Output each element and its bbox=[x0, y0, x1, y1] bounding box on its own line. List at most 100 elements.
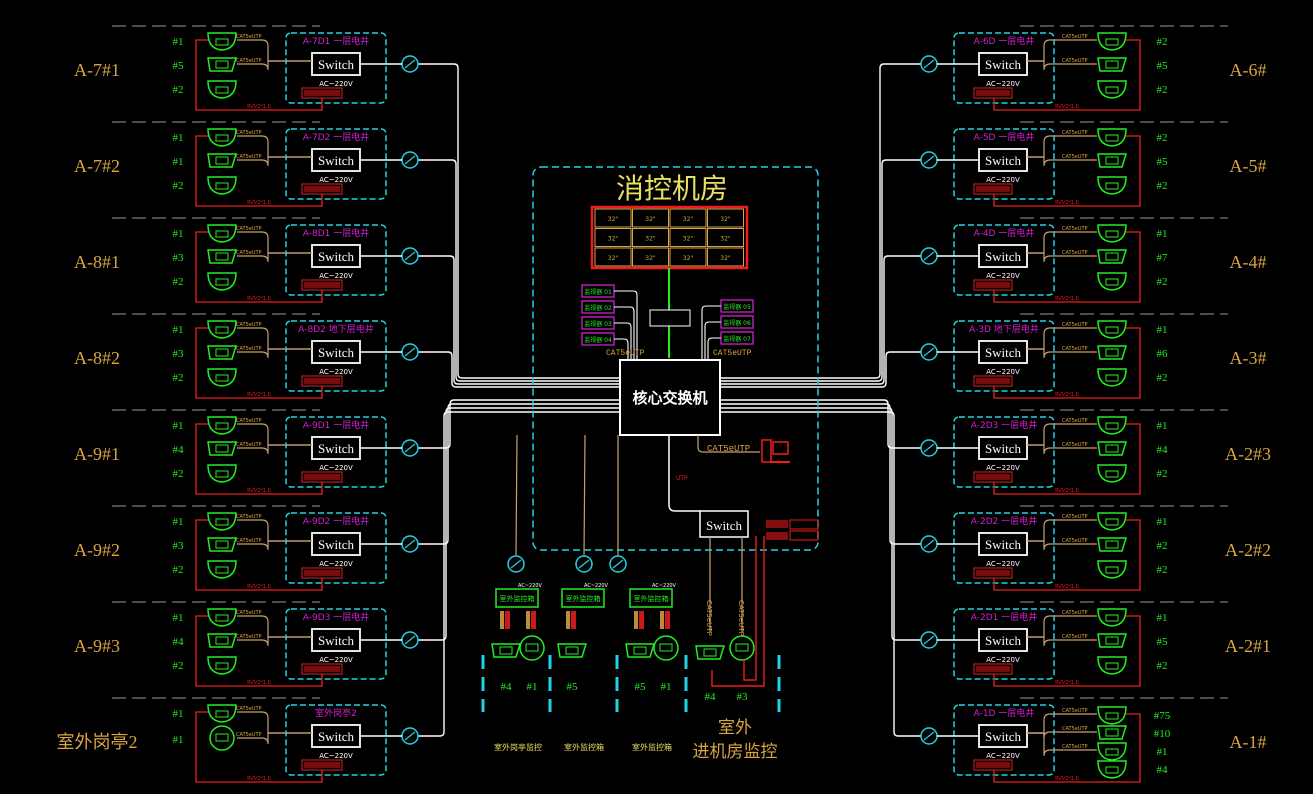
box-camera-icon[interactable] bbox=[1097, 345, 1128, 360]
monitor-size-label: 32" bbox=[683, 216, 694, 223]
dome-camera-icon[interactable] bbox=[1097, 608, 1127, 627]
ptz-camera-icon[interactable] bbox=[653, 635, 679, 661]
box-camera-icon[interactable] bbox=[1097, 537, 1128, 552]
dome-camera-icon[interactable] bbox=[207, 512, 237, 531]
dome-camera-icon[interactable] bbox=[1097, 128, 1127, 147]
station-right-3: A-3# A-3D 地下层电井 Switch AC~220V #1 CAT5eUTP #6 C… bbox=[920, 320, 1267, 399]
dome-camera-icon[interactable] bbox=[1097, 742, 1127, 761]
box-camera-icon[interactable] bbox=[695, 645, 726, 660]
dome-camera-icon[interactable] bbox=[207, 416, 237, 435]
dome-camera-icon[interactable] bbox=[1097, 224, 1127, 243]
camera-number: #1 bbox=[173, 734, 184, 746]
left-trunk-cable bbox=[418, 403, 620, 545]
cable-spec: CAT5eUTP bbox=[236, 34, 262, 40]
box-camera-icon[interactable] bbox=[207, 249, 238, 264]
camera-number: #2 bbox=[1157, 180, 1168, 192]
dome-camera-icon[interactable] bbox=[207, 560, 237, 579]
camera-number: #3 bbox=[173, 540, 185, 552]
dome-camera-icon[interactable] bbox=[207, 464, 237, 483]
ptz-camera-icon[interactable] bbox=[729, 635, 755, 661]
dome-camera-icon[interactable] bbox=[207, 176, 237, 195]
dome-camera-icon[interactable] bbox=[1097, 80, 1127, 99]
cable-spec: CAT5eUTP bbox=[1062, 514, 1088, 520]
dome-camera-icon[interactable] bbox=[207, 656, 237, 675]
dome-camera-icon[interactable] bbox=[1097, 320, 1127, 339]
dome-camera-icon[interactable] bbox=[1097, 176, 1127, 195]
box-camera-icon[interactable] bbox=[1097, 57, 1128, 72]
workstation-pc-icon[interactable] bbox=[761, 439, 790, 463]
access-switch-label: Switch bbox=[318, 729, 355, 744]
dome-camera-icon[interactable] bbox=[207, 128, 237, 147]
dome-camera-icon[interactable] bbox=[1097, 272, 1127, 291]
box-camera-icon[interactable] bbox=[557, 643, 588, 658]
dome-camera-icon[interactable] bbox=[1097, 464, 1127, 483]
dome-camera-icon[interactable] bbox=[1097, 368, 1127, 387]
cable-spec: CAT5eUTP bbox=[1062, 610, 1088, 616]
cable-spec: CAT5eUTP bbox=[1062, 226, 1088, 232]
cable-spec: CAT5eUTP bbox=[1062, 130, 1088, 136]
power-cable-spec: RVV2*1.0 bbox=[1055, 296, 1079, 302]
outdoor-group-1: 室外监控箱 AC~220V #5 室外监控箱 bbox=[557, 434, 609, 752]
right-stations: A-6# A-6D 一层电井 Switch AC~220V #2 CAT5eUTP #5 CA… bbox=[920, 32, 1271, 783]
dome-camera-icon[interactable] bbox=[207, 224, 237, 243]
access-switch-label: Switch bbox=[985, 153, 1022, 168]
station-left-0: A-7#1 A-7D1 一层电井 Switch AC~220V #1 CAT5eUTP #5… bbox=[74, 32, 419, 111]
cabinet-title: A-2D2 一层电井 bbox=[971, 515, 1037, 527]
box-camera-icon[interactable] bbox=[625, 643, 656, 658]
power-cable-spec: RVV2*1.0 bbox=[247, 104, 271, 110]
camera-number: #1 bbox=[173, 36, 184, 48]
box-camera-icon[interactable] bbox=[207, 153, 238, 168]
dome-camera-icon[interactable] bbox=[207, 320, 237, 339]
box-camera-icon[interactable] bbox=[491, 643, 522, 658]
box-camera-icon[interactable] bbox=[207, 345, 238, 360]
power-cable-spec: RVV2*1.0 bbox=[1055, 104, 1079, 110]
dome-camera-icon[interactable] bbox=[207, 704, 237, 723]
power-label: AC~220V bbox=[319, 80, 353, 88]
dome-camera-icon[interactable] bbox=[207, 608, 237, 627]
control-room: 消控机房 32" 32" 32" 32"32" 32" 32" 32"32" 32" 32" 32… bbox=[532, 166, 819, 551]
video-wall[interactable]: 32" 32" 32" 32" 32" 32" 32" 32" 32" 32" 32" 32" bbox=[590, 205, 749, 270]
camera-number: #3 bbox=[737, 691, 749, 703]
box-camera-icon[interactable] bbox=[1097, 441, 1128, 456]
camera-number: #5 bbox=[1157, 156, 1169, 168]
box-camera-icon[interactable] bbox=[207, 633, 238, 648]
cabinet-title: A-2D3 一层电井 bbox=[971, 419, 1037, 431]
box-camera-icon[interactable] bbox=[1097, 725, 1128, 740]
access-switch-label: Switch bbox=[985, 57, 1022, 72]
cable-spec: CAT5eUTP bbox=[1062, 634, 1088, 640]
cable-spec: CAT5eUTP bbox=[236, 514, 262, 520]
cabinet-title: A-5D 一层电井 bbox=[974, 131, 1035, 143]
cabinet-title: A-9D3 一层电井 bbox=[303, 611, 369, 623]
core-switch-label: 核心交换机 bbox=[632, 389, 707, 407]
dome-camera-icon[interactable] bbox=[1097, 32, 1127, 51]
power-cable-spec: RVV2*1.0 bbox=[247, 392, 271, 398]
cabinet-title: A-7D1 一层电井 bbox=[303, 35, 369, 47]
monitor-size-label: 32" bbox=[683, 236, 694, 243]
right-trunk-cable bbox=[720, 403, 921, 545]
ptz-camera-icon[interactable] bbox=[209, 725, 235, 751]
box-camera-icon[interactable] bbox=[1097, 249, 1128, 264]
decoder[interactable] bbox=[649, 309, 691, 327]
dome-camera-icon[interactable] bbox=[1097, 560, 1127, 579]
box-camera-icon[interactable] bbox=[1097, 633, 1128, 648]
dome-camera-icon[interactable] bbox=[1097, 416, 1127, 435]
dome-camera-icon[interactable] bbox=[1097, 706, 1127, 725]
station-label: A-2#1 bbox=[1225, 636, 1271, 656]
bottom-outdoor-groups: 室外监控箱AC~220V#4 #1室外岗亭监控室外监控箱AC~220V#5室外监控… bbox=[481, 434, 781, 762]
camera-number: #2 bbox=[173, 564, 184, 576]
right-trunk-cable bbox=[720, 159, 921, 382]
box-camera-icon[interactable] bbox=[1097, 153, 1128, 168]
ptz-camera-icon[interactable] bbox=[519, 635, 545, 661]
dome-camera-icon[interactable] bbox=[207, 272, 237, 291]
dome-camera-icon[interactable] bbox=[1097, 512, 1127, 531]
box-camera-icon[interactable] bbox=[207, 441, 238, 456]
box-camera-icon[interactable] bbox=[207, 57, 238, 72]
cabinet-title: 室外岗亭2 bbox=[315, 707, 357, 719]
dome-camera-icon[interactable] bbox=[207, 80, 237, 99]
dome-camera-icon[interactable] bbox=[1097, 760, 1127, 779]
dome-camera-icon[interactable] bbox=[1097, 656, 1127, 675]
dome-camera-icon[interactable] bbox=[207, 32, 237, 51]
box-camera-icon[interactable] bbox=[207, 537, 238, 552]
monitor-size-label: 32" bbox=[645, 216, 656, 223]
dome-camera-icon[interactable] bbox=[207, 368, 237, 387]
